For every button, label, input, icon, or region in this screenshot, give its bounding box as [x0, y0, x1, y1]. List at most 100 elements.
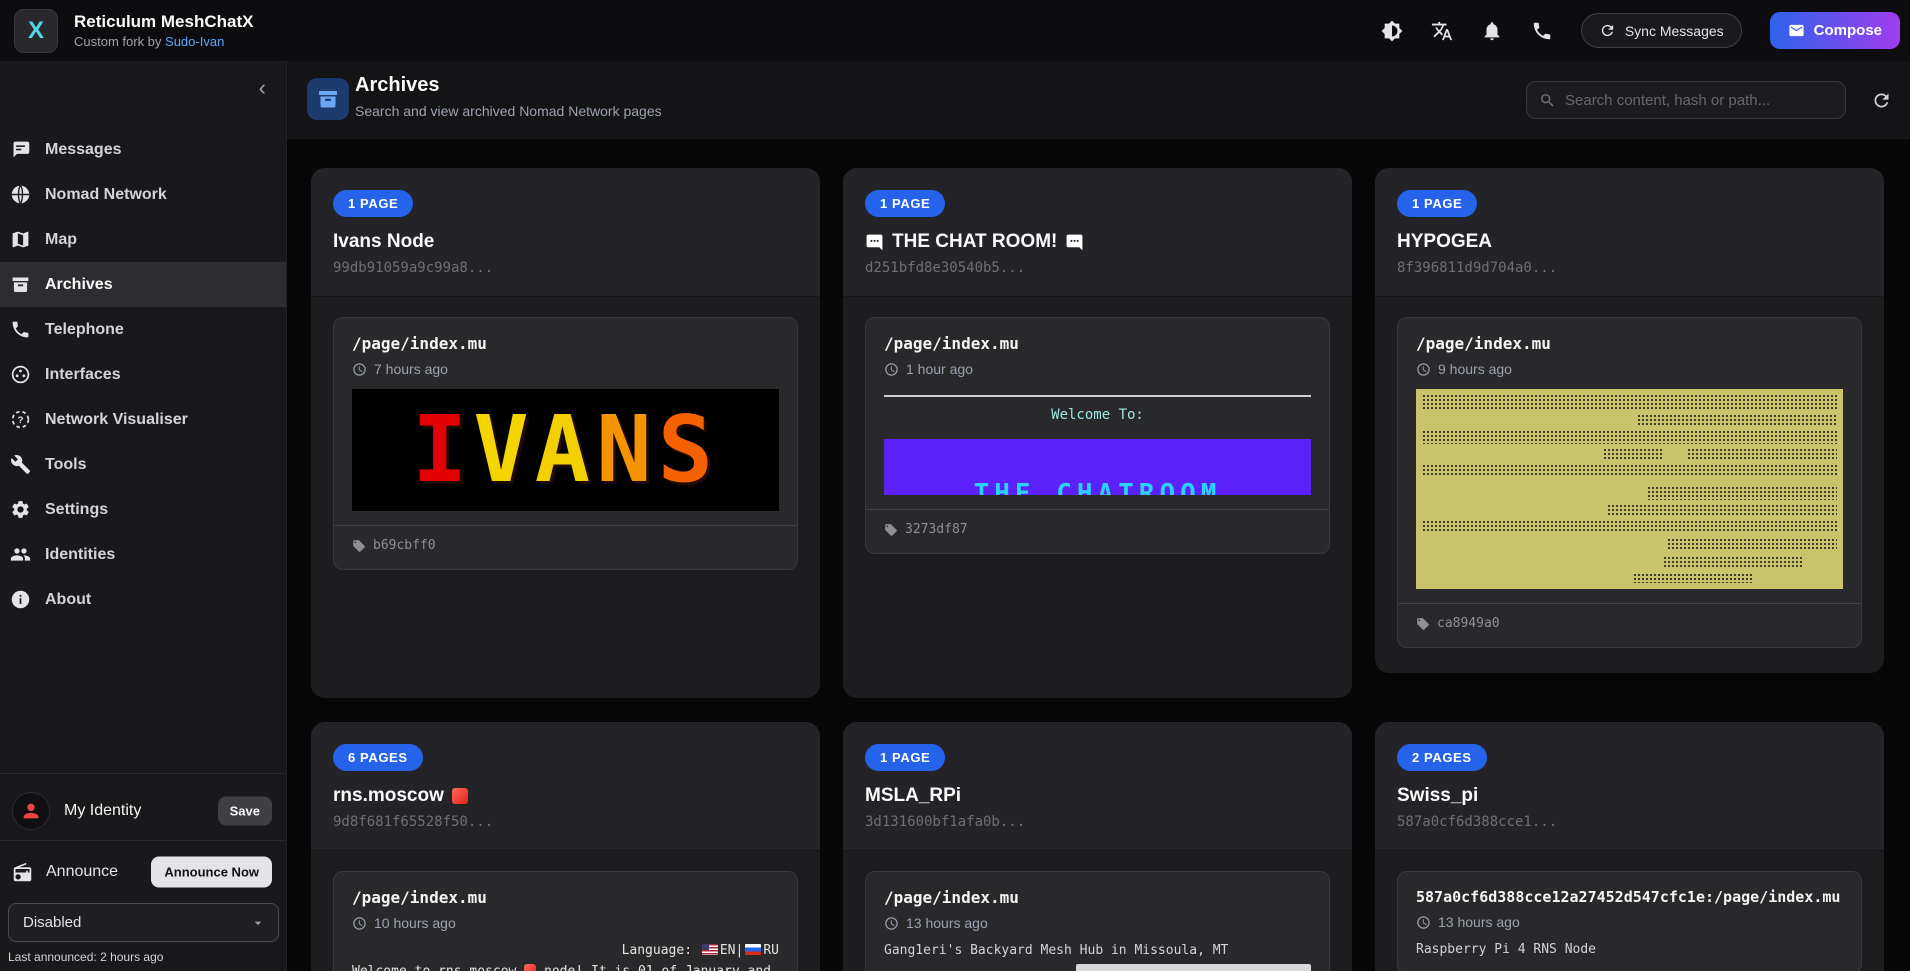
archived-page-entry[interactable]: /page/index.mu 10 hours ago Language: EN… [333, 871, 798, 971]
sidebar-item-map[interactable]: Map [0, 217, 286, 262]
sync-messages-button[interactable]: Sync Messages [1581, 13, 1742, 48]
sidebar-item-interfaces[interactable]: Interfaces [0, 352, 286, 397]
person-icon [20, 800, 42, 822]
main-content: Archives Search and view archived Nomad … [287, 61, 1910, 971]
sidebar-item-label: Messages [45, 141, 122, 159]
sidebar-item-label: Tools [45, 456, 86, 474]
identity-avatar[interactable] [12, 792, 50, 830]
sidebar-item-tools[interactable]: Tools [0, 442, 286, 487]
card-title: Ivans Node [333, 231, 798, 253]
page-count-badge: 2 PAGES [1397, 744, 1487, 771]
speech-balloon-icon [865, 233, 884, 252]
sidebar-item-identities[interactable]: Identities [0, 532, 286, 577]
ru-flag-icon [745, 944, 761, 955]
preview-banner: THE CHATROOM [884, 439, 1311, 495]
archive-card-msla-rpi[interactable]: 1 PAGE MSLA_RPi 3d131600bf1afa0b... /pag… [843, 722, 1352, 971]
page-path: /page/index.mu [352, 888, 779, 907]
page-path: /page/index.mu [352, 334, 779, 353]
info-icon [10, 589, 31, 610]
compose-label: Compose [1814, 22, 1882, 39]
page-subtitle: Search and view archived Nomad Network p… [355, 103, 662, 119]
sidebar-item-messages[interactable]: Messages [0, 127, 286, 172]
archived-page-entry[interactable]: /page/index.mu 9 hours ago [1397, 317, 1862, 648]
envelope-icon [1788, 22, 1805, 39]
sidebar: ‹ Messages Nomad Network Map Archives Te… [0, 61, 287, 971]
preview-image-edge [1076, 964, 1311, 971]
sidebar-item-telephone[interactable]: Telephone [0, 307, 286, 352]
announce-now-button[interactable]: Announce Now [151, 857, 272, 888]
page-tag: 3273df87 [884, 522, 1311, 537]
my-identity-row: My Identity Save [0, 783, 286, 839]
sidebar-collapse-icon[interactable]: ‹ [259, 77, 266, 99]
clock-icon [352, 916, 367, 931]
archived-page-entry[interactable]: /page/index.mu 13 hours ago Gang1eri's B… [865, 871, 1330, 971]
archive-box-icon [316, 87, 340, 111]
sidebar-item-label: Identities [45, 546, 115, 564]
tag-icon [352, 539, 366, 553]
page-count-badge: 1 PAGE [865, 744, 945, 771]
sidebar-item-settings[interactable]: Settings [0, 487, 286, 532]
archived-page-entry[interactable]: /page/index.mu 1 hour ago Welcome To: TH… [865, 317, 1330, 554]
card-title: MSLA_RPi [865, 785, 1330, 807]
fork-author-link[interactable]: Sudo-Ivan [165, 34, 224, 49]
page-tag: b69cbff0 [352, 538, 779, 553]
sidebar-item-label: Map [45, 231, 77, 249]
refresh-icon[interactable] [1871, 90, 1892, 111]
sidebar-item-label: Interfaces [45, 366, 121, 384]
sync-messages-label: Sync Messages [1625, 23, 1724, 39]
sidebar-item-label: Network Visualiser [45, 411, 188, 429]
archives-header-icon [307, 78, 349, 120]
sidebar-item-nomad-network[interactable]: Nomad Network [0, 172, 286, 217]
search-icon [1539, 92, 1556, 109]
sidebar-item-network-visualiser[interactable]: ? Network Visualiser [0, 397, 286, 442]
announce-mode-select[interactable]: Disabled [8, 903, 279, 942]
archive-card-ivans-node[interactable]: 1 PAGE Ivans Node 99db91059a9c99a8... /p… [311, 168, 820, 698]
interfaces-icon [10, 364, 31, 385]
clock-icon [884, 916, 899, 931]
archived-page-entry[interactable]: 587a0cf6d388cce12a27452d547cfc1e:/page/i… [1397, 871, 1862, 971]
network-visualiser-icon: ? [10, 409, 31, 430]
red-square-emoji [524, 964, 536, 971]
archive-card-chat-room[interactable]: 1 PAGE THE CHAT ROOM! d251bfd8e30540b5..… [843, 168, 1352, 698]
sidebar-item-archives[interactable]: Archives [0, 262, 286, 307]
page-count-badge: 1 PAGE [1397, 190, 1477, 217]
notifications-bell-icon[interactable] [1481, 20, 1503, 42]
card-title: rns.moscow [333, 785, 798, 807]
sidebar-item-label: About [45, 591, 91, 609]
speech-balloon-icon [1065, 233, 1084, 252]
sidebar-item-label: Telephone [45, 321, 124, 339]
archives-header: Archives Search and view archived Nomad … [287, 61, 1910, 139]
preview-language-line: Language: EN|RU [352, 943, 779, 958]
preview-welcome-line: Welcome to rns.moscow node! It is 01 of … [352, 964, 779, 971]
save-button[interactable]: Save [218, 797, 272, 826]
page-time: 9 hours ago [1416, 361, 1843, 377]
gear-icon [10, 499, 31, 520]
top-bar: X Reticulum MeshChatX Custom fork by Sud… [0, 0, 1910, 61]
phone-icon[interactable] [1531, 20, 1553, 42]
page-path: /page/index.mu [884, 334, 1311, 353]
search-input[interactable] [1565, 92, 1833, 109]
wrench-icon [10, 454, 31, 475]
page-preview-ascii-art: I V A N S [352, 389, 779, 511]
sidebar-divider [0, 773, 286, 774]
page-time: 13 hours ago [1416, 914, 1843, 930]
archive-card-hypogea[interactable]: 1 PAGE HYPOGEA 8f396811d9d704a0... /page… [1375, 168, 1884, 673]
archive-card-rns-moscow[interactable]: 6 PAGES rns.moscow 9d8f681f65528f50... /… [311, 722, 820, 971]
chevron-down-icon [250, 915, 266, 931]
sidebar-divider [0, 840, 286, 841]
theme-toggle-icon[interactable] [1381, 20, 1403, 42]
page-preview-ascii-pattern [1416, 389, 1843, 589]
page-count-badge: 6 PAGES [333, 744, 423, 771]
archived-page-entry[interactable]: /page/index.mu 7 hours ago I V A N S [333, 317, 798, 570]
sidebar-item-label: Nomad Network [45, 186, 167, 204]
search-box [1526, 81, 1846, 119]
sidebar-item-about[interactable]: About [0, 577, 286, 622]
page-path: /page/index.mu [884, 888, 1311, 907]
red-square-emoji [452, 788, 468, 804]
archive-card-swiss-pi[interactable]: 2 PAGES Swiss_pi 587a0cf6d388cce1... 587… [1375, 722, 1884, 971]
last-announced-text: Last announced: 2 hours ago [8, 950, 163, 964]
compose-button[interactable]: Compose [1770, 12, 1900, 49]
sidebar-item-label: Archives [45, 276, 113, 294]
clock-icon [884, 362, 899, 377]
translate-icon[interactable] [1431, 20, 1453, 42]
